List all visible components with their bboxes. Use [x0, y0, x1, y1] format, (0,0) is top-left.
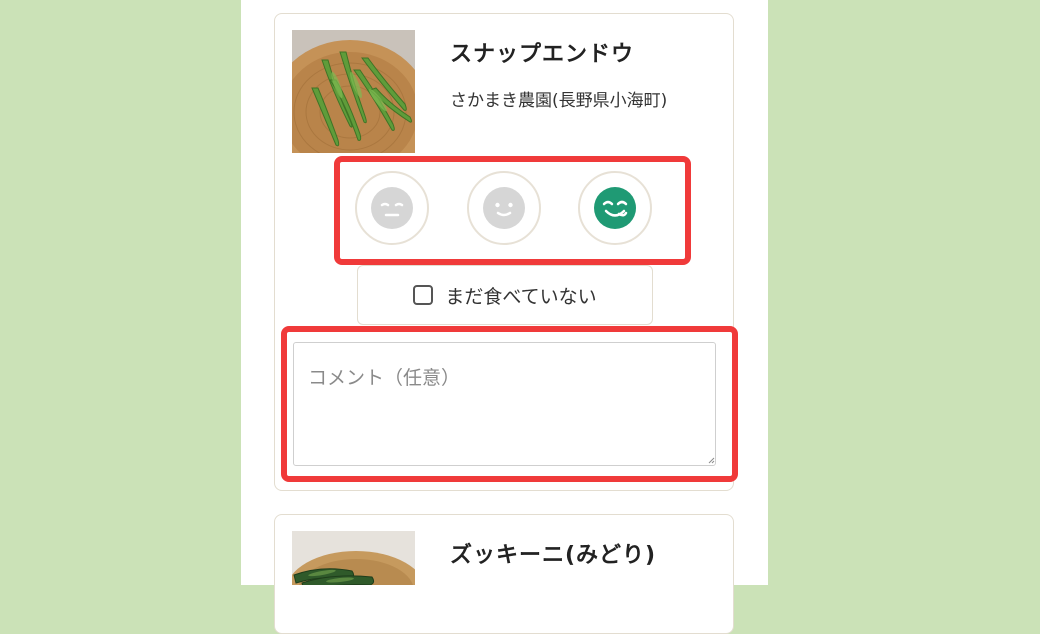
rating-neutral-button[interactable]: [467, 171, 541, 245]
rating-dislike-button[interactable]: [355, 171, 429, 245]
delicious-face-icon: [594, 187, 636, 229]
snap-pea-photo: [292, 30, 415, 153]
comment-input[interactable]: [293, 342, 716, 466]
not-eaten-option[interactable]: まだ食べていない: [357, 265, 653, 325]
not-eaten-label: まだ食べていない: [445, 285, 597, 308]
dislike-face-icon: [371, 187, 413, 229]
farm-name: さかまき農園(長野県小海町): [450, 91, 668, 111]
resize-grip-icon[interactable]: [707, 456, 715, 464]
rating-delicious-button[interactable]: [578, 171, 652, 245]
not-eaten-checkbox[interactable]: [413, 285, 434, 305]
neutral-face-icon: [483, 187, 525, 229]
product-name: スナップエンドウ: [450, 42, 635, 67]
product-name: ズッキーニ(みどり): [450, 543, 657, 568]
zucchini-photo: [292, 531, 415, 585]
